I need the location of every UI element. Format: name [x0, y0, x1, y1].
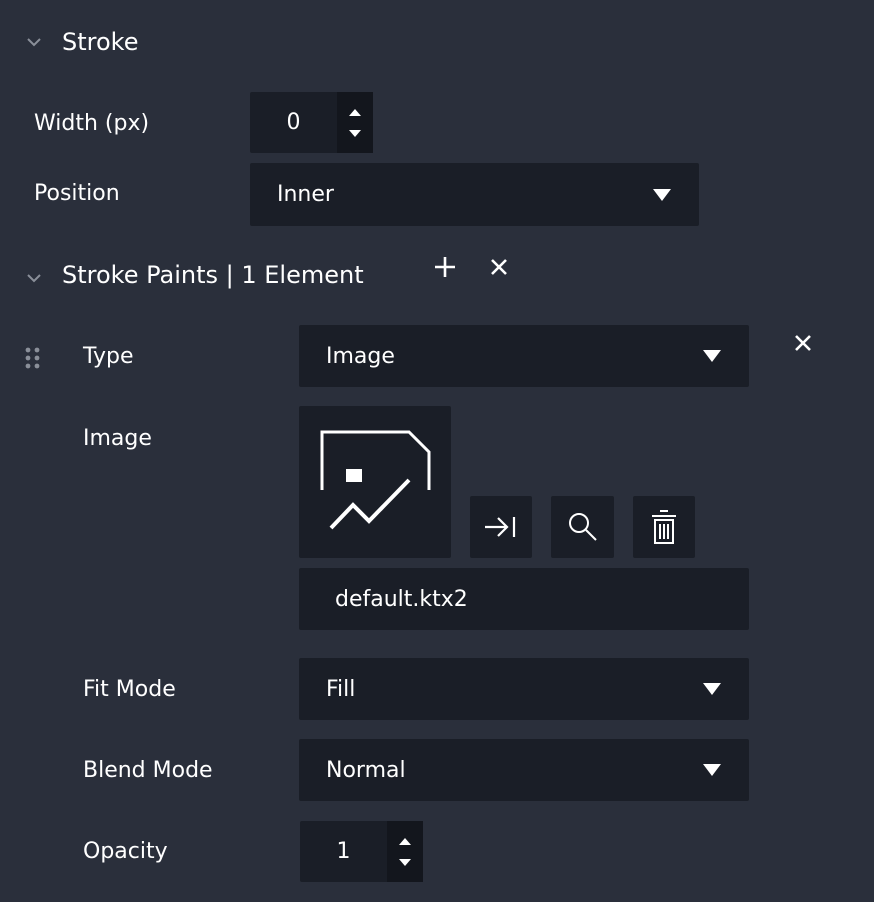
- decrement-icon[interactable]: [349, 129, 361, 137]
- width-stepper[interactable]: 0: [250, 92, 373, 153]
- image-label: Image: [83, 426, 152, 451]
- collapse-chevron-icon[interactable]: [26, 270, 42, 286]
- image-filename: default.ktx2: [335, 586, 468, 612]
- opacity-label: Opacity: [83, 839, 168, 864]
- plus-icon[interactable]: [433, 255, 457, 283]
- image-filename-field[interactable]: default.ktx2: [299, 568, 749, 630]
- delete-image-button[interactable]: [633, 496, 695, 558]
- dropdown-caret-icon: [653, 188, 671, 201]
- type-select[interactable]: Image: [299, 325, 749, 387]
- search-image-button[interactable]: [551, 496, 614, 558]
- close-icon[interactable]: [794, 334, 812, 356]
- assign-image-button[interactable]: [470, 496, 532, 558]
- trash-icon: [652, 510, 676, 544]
- opacity-spinner[interactable]: [387, 821, 423, 882]
- drag-handle-icon[interactable]: [24, 346, 42, 374]
- increment-icon[interactable]: [399, 837, 411, 845]
- image-preview[interactable]: [299, 406, 451, 558]
- type-label: Type: [83, 344, 134, 369]
- position-select[interactable]: Inner: [250, 163, 699, 226]
- dropdown-caret-icon: [703, 683, 721, 695]
- dropdown-caret-icon: [703, 350, 721, 362]
- width-spinner[interactable]: [337, 92, 373, 153]
- section-title-stroke[interactable]: Stroke: [62, 27, 138, 57]
- position-label: Position: [34, 181, 120, 206]
- close-icon[interactable]: [490, 258, 508, 280]
- collapse-chevron-icon[interactable]: [26, 34, 42, 50]
- arrow-to-line-icon: [485, 517, 516, 537]
- width-value[interactable]: 0: [250, 110, 337, 135]
- fit-mode-select[interactable]: Fill: [299, 658, 749, 720]
- fit-mode-value: Fill: [326, 676, 356, 702]
- dropdown-caret-icon: [703, 764, 721, 776]
- fit-mode-label: Fit Mode: [83, 677, 176, 702]
- opacity-value[interactable]: 1: [300, 839, 387, 864]
- image-placeholder-icon: [320, 430, 431, 530]
- opacity-stepper[interactable]: 1: [300, 821, 423, 882]
- blend-mode-value: Normal: [326, 757, 406, 783]
- type-value: Image: [326, 343, 395, 369]
- increment-icon[interactable]: [349, 108, 361, 116]
- position-value: Inner: [277, 182, 334, 207]
- width-label: Width (px): [34, 111, 150, 136]
- blend-mode-select[interactable]: Normal: [299, 739, 749, 801]
- search-icon: [568, 513, 597, 541]
- section-title-stroke-paints[interactable]: Stroke Paints | 1 Element: [62, 260, 364, 290]
- decrement-icon[interactable]: [399, 858, 411, 866]
- blend-mode-label: Blend Mode: [83, 758, 213, 783]
